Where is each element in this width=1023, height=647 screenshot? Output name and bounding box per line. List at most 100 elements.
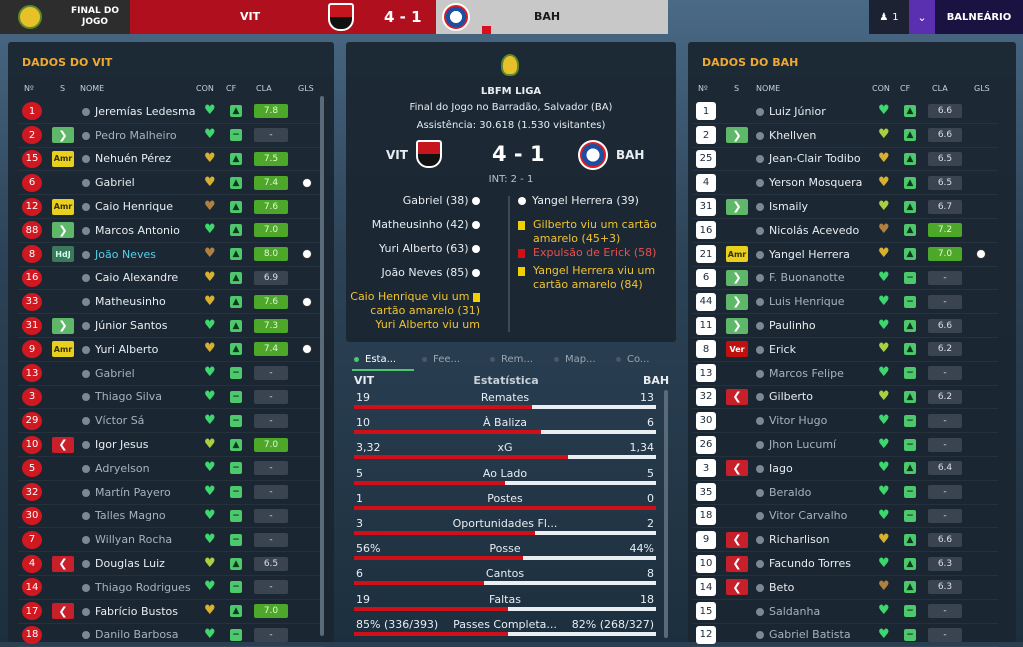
col-status[interactable]: S bbox=[60, 84, 65, 93]
player-name[interactable]: Luis Henrique bbox=[756, 295, 845, 308]
player-name[interactable]: Caio Alexandre bbox=[82, 271, 178, 284]
player-name[interactable]: Yuri Alberto bbox=[82, 343, 158, 356]
player-row[interactable]: 14 ❮ Beto ♥ ▲ 6.3 bbox=[692, 576, 998, 600]
col-cla[interactable]: CLA bbox=[932, 84, 948, 93]
col-cla[interactable]: CLA bbox=[256, 84, 272, 93]
player-name[interactable]: Talles Magno bbox=[82, 509, 166, 522]
player-name[interactable]: Jean-Clair Todibo bbox=[756, 152, 861, 165]
player-name[interactable]: Víctor Sá bbox=[82, 414, 144, 427]
player-row[interactable]: 32 ❮ Gilberto ♥ ▲ 6.2 bbox=[692, 386, 998, 410]
player-row[interactable]: 7 Willyan Rocha ♥ − - bbox=[18, 528, 324, 553]
player-name[interactable]: Yangel Herrera bbox=[756, 248, 850, 261]
player-name[interactable]: Luiz Júnior bbox=[756, 105, 826, 118]
player-name[interactable]: Pedro Malheiro bbox=[82, 129, 177, 142]
player-row[interactable]: 6 ❯ F. Buonanotte ♥ − - bbox=[692, 267, 998, 291]
player-name[interactable]: Gabriel Batista bbox=[756, 628, 851, 641]
player-name[interactable]: Vitor Hugo bbox=[756, 414, 827, 427]
player-name[interactable]: Júnior Santos bbox=[82, 319, 167, 332]
player-name[interactable]: Yerson Mosquera bbox=[756, 176, 862, 189]
col-status[interactable]: S bbox=[734, 84, 739, 93]
player-row[interactable]: 1 Jeremías Ledesma ♥ ▲ 7.8 bbox=[18, 100, 324, 124]
col-name[interactable]: NOME bbox=[80, 84, 104, 93]
player-name[interactable]: Gabriel bbox=[82, 176, 135, 189]
player-row[interactable]: 2 ❯ Pedro Malheiro ♥ − - bbox=[18, 124, 324, 148]
tab-statistics[interactable]: Esta... bbox=[354, 354, 396, 365]
player-row[interactable]: 16 Nicolás Acevedo ♥ ▲ 7.2 bbox=[692, 219, 998, 243]
player-row[interactable]: 2 ❯ Khellven ♥ ▲ 6.6 bbox=[692, 124, 998, 148]
col-number[interactable]: Nº bbox=[698, 84, 708, 93]
player-name[interactable]: Gilberto bbox=[756, 390, 813, 403]
scrollbar[interactable] bbox=[320, 96, 324, 636]
save-name-button[interactable]: BALNEÁRIO bbox=[935, 0, 1023, 34]
player-row[interactable]: 12 Gabriel Batista ♥ − - bbox=[692, 624, 998, 647]
player-row[interactable]: 31 ❯ Júnior Santos ♥ ▲ 7.3 bbox=[18, 314, 324, 338]
player-name[interactable]: Vitor Carvalho bbox=[756, 509, 847, 522]
player-name[interactable]: Douglas Luiz bbox=[82, 557, 165, 570]
player-row[interactable]: 6 Gabriel ♥ ▲ 7.4 bbox=[18, 171, 324, 196]
tab-shots[interactable]: Rem... bbox=[490, 354, 533, 365]
col-name[interactable]: NOME bbox=[756, 84, 780, 93]
player-name[interactable]: Khellven bbox=[756, 129, 816, 142]
player-row[interactable]: 31 ❯ Ismaily ♥ ▲ 6.7 bbox=[692, 195, 998, 219]
player-row[interactable]: 1 Luiz Júnior ♥ ▲ 6.6 bbox=[692, 100, 998, 124]
player-row[interactable]: 8 HdJ João Neves ♥ ▲ 8.0 bbox=[18, 243, 324, 267]
player-row[interactable]: 17 ❮ Fabrício Bustos ♥ ▲ 7.0 bbox=[18, 600, 324, 624]
player-row[interactable]: 10 ❮ Facundo Torres ♥ ▲ 6.3 bbox=[692, 552, 998, 576]
player-row[interactable]: 4 ❮ Douglas Luiz ♥ ▲ 6.5 bbox=[18, 552, 324, 576]
player-row[interactable]: 15 Saldanha ♥ − - bbox=[692, 600, 998, 624]
player-name[interactable]: Beraldo bbox=[756, 486, 811, 499]
player-row[interactable]: 44 ❯ Luis Henrique ♥ − - bbox=[692, 290, 998, 315]
player-row[interactable]: 25 Jean-Clair Todibo ♥ ▲ 6.5 bbox=[692, 148, 998, 172]
player-row[interactable]: 30 Vitor Hugo ♥ − - bbox=[692, 409, 998, 434]
player-row[interactable]: 3 Thiago Silva ♥ − - bbox=[18, 386, 324, 410]
player-name[interactable]: Willyan Rocha bbox=[82, 533, 172, 546]
player-row[interactable]: 16 Caio Alexandre ♥ ▲ 6.9 bbox=[18, 267, 324, 291]
player-row[interactable]: 5 Adryelson ♥ − - bbox=[18, 457, 324, 481]
player-name[interactable]: Nicolás Acevedo bbox=[756, 224, 859, 237]
player-row[interactable]: 32 Martín Payero ♥ − - bbox=[18, 481, 324, 505]
player-row[interactable]: 35 Beraldo ♥ − - bbox=[692, 481, 998, 505]
player-name[interactable]: Erick bbox=[756, 343, 796, 356]
player-row[interactable]: 10 ❮ Igor Jesus ♥ ▲ 7.0 bbox=[18, 433, 324, 457]
player-name[interactable]: Nehuén Pérez bbox=[82, 152, 171, 165]
chevron-down-icon[interactable]: ⌄ bbox=[909, 0, 935, 34]
player-name[interactable]: Iago bbox=[756, 462, 793, 475]
player-name[interactable]: Saldanha bbox=[756, 605, 820, 618]
player-row[interactable]: 4 Yerson Mosquera ♥ ▲ 6.5 bbox=[692, 171, 998, 196]
player-name[interactable]: Beto bbox=[756, 581, 794, 594]
player-name[interactable]: Martín Payero bbox=[82, 486, 171, 499]
col-cf[interactable]: CF bbox=[226, 84, 236, 93]
player-row[interactable]: 21 Amr Yangel Herrera ♥ ▲ 7.0 bbox=[692, 243, 998, 267]
player-name[interactable]: F. Buonanotte bbox=[756, 271, 845, 284]
player-name[interactable]: Caio Henrique bbox=[82, 200, 173, 213]
player-row[interactable]: 9 ❮ Richarlison ♥ ▲ 6.6 bbox=[692, 528, 998, 553]
player-name[interactable]: Fabrício Bustos bbox=[82, 605, 178, 618]
player-row[interactable]: 12 Amr Caio Henrique ♥ ▲ 7.6 bbox=[18, 195, 324, 219]
col-cf[interactable]: CF bbox=[900, 84, 910, 93]
player-row[interactable]: 29 Víctor Sá ♥ − - bbox=[18, 409, 324, 434]
player-row[interactable]: 26 Jhon Lucumí ♥ − - bbox=[692, 433, 998, 457]
stats-scrollbar[interactable] bbox=[664, 390, 668, 638]
player-name[interactable]: Richarlison bbox=[756, 533, 830, 546]
player-name[interactable]: Adryelson bbox=[82, 462, 150, 475]
player-row[interactable]: 15 Amr Nehuén Pérez ♥ ▲ 7.5 bbox=[18, 148, 324, 172]
tab-map[interactable]: Map... bbox=[554, 354, 596, 365]
player-name[interactable]: Thiago Silva bbox=[82, 390, 162, 403]
player-row[interactable]: 3 ❮ Iago ♥ ▲ 6.4 bbox=[692, 457, 998, 481]
col-number[interactable]: Nº bbox=[24, 84, 34, 93]
player-row[interactable]: 8 Ver Erick ♥ ▲ 6.2 bbox=[692, 338, 998, 362]
player-row[interactable]: 13 Marcos Felipe ♥ − - bbox=[692, 362, 998, 386]
player-row[interactable]: 13 Gabriel ♥ − - bbox=[18, 362, 324, 386]
player-name[interactable]: Igor Jesus bbox=[82, 438, 148, 451]
player-row[interactable]: 18 Vitor Carvalho ♥ − - bbox=[692, 505, 998, 529]
player-name[interactable]: Gabriel bbox=[82, 367, 135, 380]
player-row[interactable]: 88 ❯ Marcos Antonio ♥ ▲ 7.0 bbox=[18, 219, 324, 243]
player-row[interactable]: 9 Amr Yuri Alberto ♥ ▲ 7.4 bbox=[18, 338, 324, 362]
user-count-button[interactable]: ♟ 1 bbox=[869, 0, 909, 34]
player-row[interactable]: 18 Danilo Barbosa ♥ − - bbox=[18, 624, 324, 647]
player-name[interactable]: Jeremías Ledesma bbox=[82, 105, 195, 118]
col-gls[interactable]: GLS bbox=[974, 84, 990, 93]
player-row[interactable]: 11 ❯ Paulinho ♥ ▲ 6.6 bbox=[692, 314, 998, 338]
player-name[interactable]: Marcos Antonio bbox=[82, 224, 180, 237]
col-con[interactable]: CON bbox=[196, 84, 214, 93]
